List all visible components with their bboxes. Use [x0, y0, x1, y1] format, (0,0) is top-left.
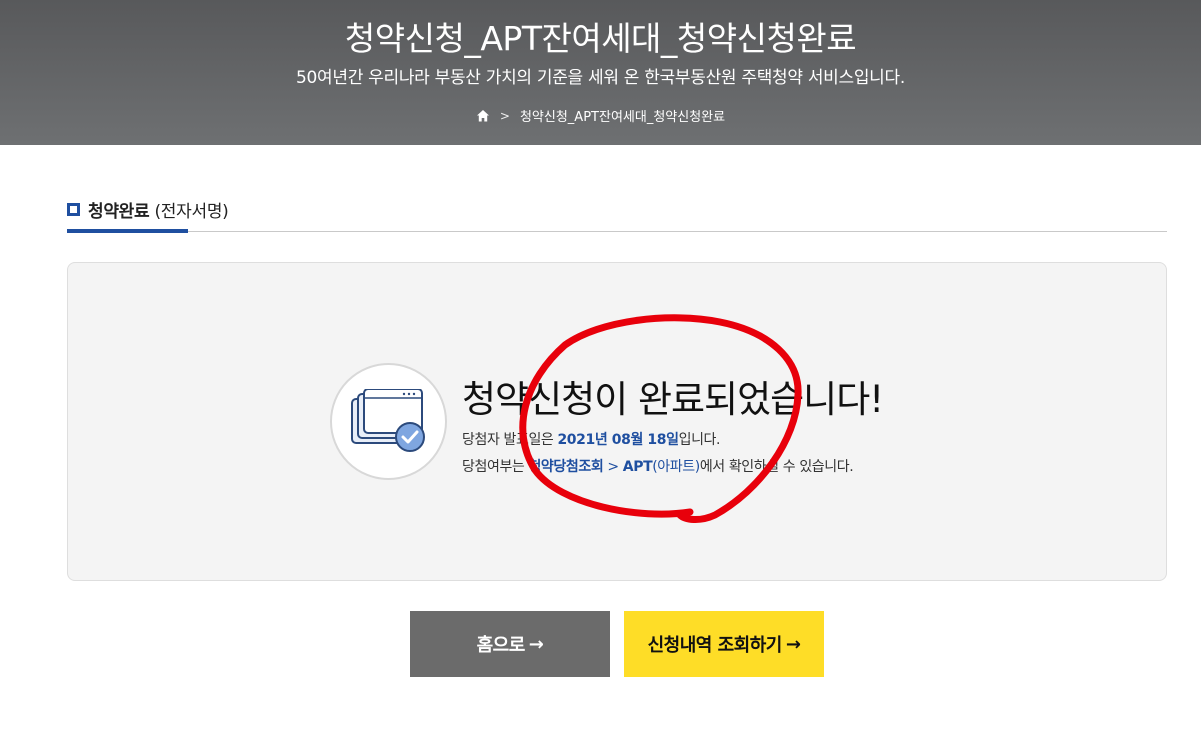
- page-title: 청약신청_APT잔여세대_청약신청완료: [344, 19, 857, 58]
- home-button[interactable]: 홈으로 →: [410, 611, 610, 677]
- section-underline: [67, 229, 188, 233]
- page-header: 청약신청_APT잔여세대_청약신청완료 50여년간 우리나라 부동산 가치의 기…: [0, 0, 1201, 145]
- breadcrumb: > 청약신청_APT잔여세대_청약신청완료: [0, 106, 1201, 125]
- check-guide-text: 당첨여부는 청약당첨조회 > APT(아파트)에서 확인하실 수 있습니다.: [462, 459, 854, 475]
- result-panel: 청약신청이 완료되었습니다! 당첨자 발표일은 2021년 08월 18일입니다…: [67, 262, 1167, 581]
- announcement-date: 2021년 08월 18일: [557, 432, 679, 448]
- result-icon-circle: [330, 363, 447, 480]
- breadcrumb-separator: >: [499, 108, 510, 123]
- home-icon[interactable]: [476, 109, 490, 123]
- page-subtitle: 50여년간 우리나라 부동산 가치의 기준을 세워 온 한국부동산원 주택청약 …: [296, 68, 905, 88]
- section-header: 청약완료 (전자서명): [67, 196, 1167, 233]
- view-application-history-button[interactable]: 신청내역 조회하기 →: [624, 611, 824, 677]
- completion-message: 청약신청이 완료되었습니다!: [462, 378, 884, 421]
- breadcrumb-current: 청약신청_APT잔여세대_청약신청완료: [519, 110, 726, 125]
- document-check-icon: [351, 389, 425, 452]
- arrow-right-icon: →: [528, 633, 544, 655]
- announcement-text: 당첨자 발표일은 2021년 08월 18일입니다.: [462, 432, 721, 448]
- arrow-right-icon: →: [785, 633, 801, 655]
- square-bullet-icon: [67, 203, 80, 216]
- section-title: 청약완료 (전자서명): [88, 202, 229, 222]
